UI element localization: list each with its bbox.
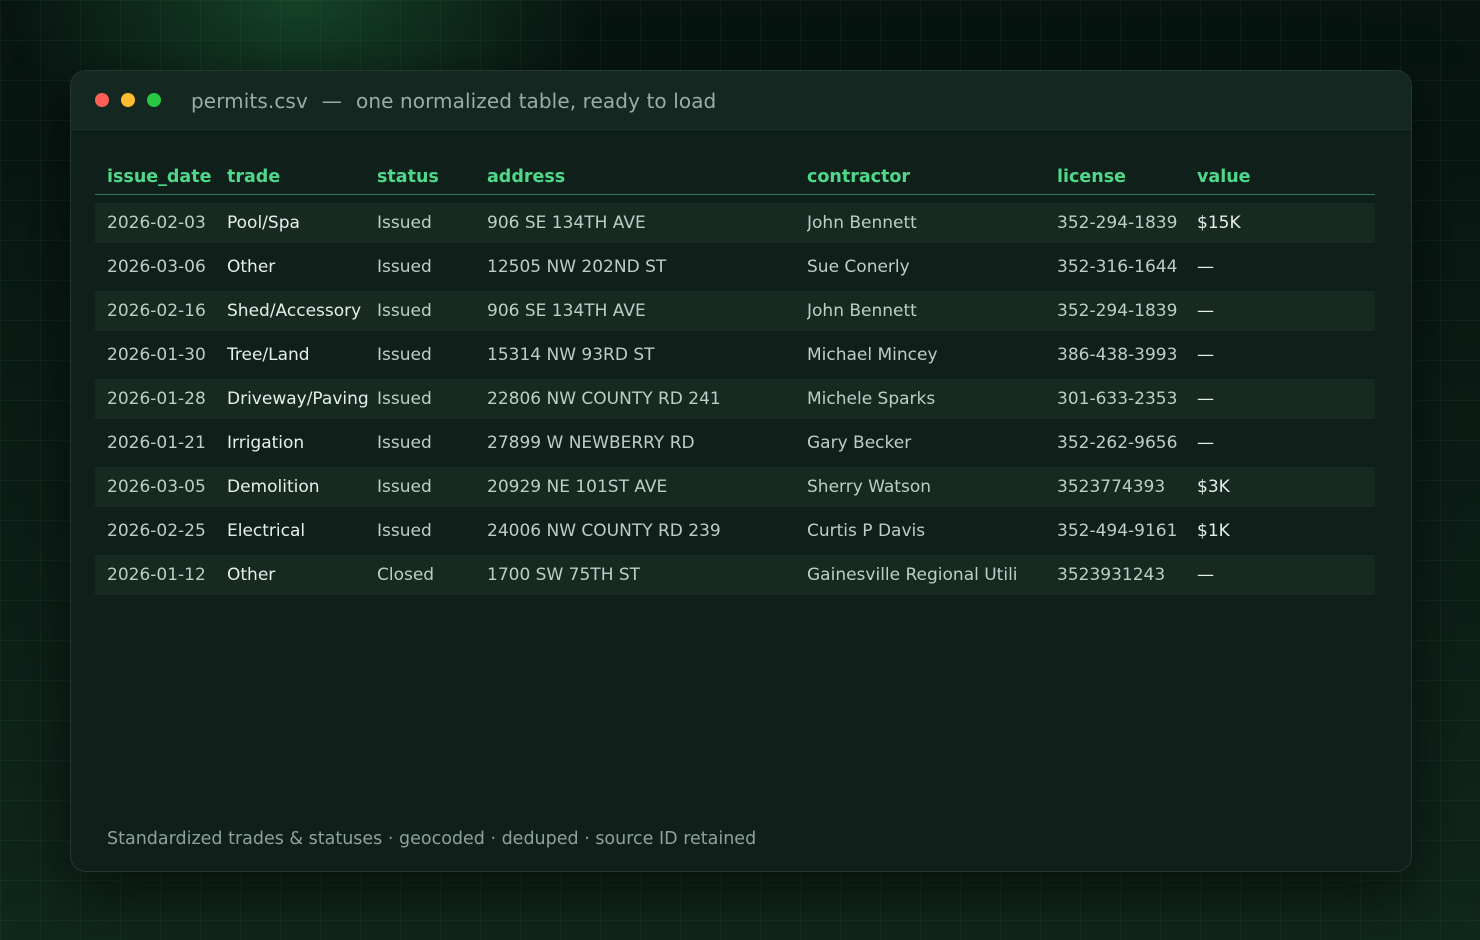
column-header-address[interactable]: address [487, 167, 565, 187]
cell-contractor: Sue Conerly [807, 257, 910, 277]
cell-address: 906 SE 134TH AVE [487, 301, 646, 321]
cell-value: — [1197, 257, 1214, 277]
cell-issue-date: 2026-03-06 [107, 257, 206, 277]
footer-caption: Standardized trades & statuses · geocode… [107, 829, 757, 849]
cell-status: Issued [377, 257, 432, 277]
cell-status: Issued [377, 433, 432, 453]
cell-issue-date: 2026-02-25 [107, 521, 206, 541]
cell-contractor: Michele Sparks [807, 389, 936, 409]
cell-trade: Demolition [227, 477, 320, 497]
title-bar: permits.csv — one normalized table, ready … [71, 71, 1411, 130]
cell-value: — [1197, 389, 1214, 409]
table-row[interactable]: 2026-02-03 Pool/Spa Issued 906 SE 134TH … [95, 203, 1375, 243]
cell-trade: Other [227, 257, 276, 277]
app-window: permits.csv — one normalized table, ready … [70, 70, 1412, 872]
column-header-status[interactable]: status [377, 167, 439, 187]
cell-trade: Pool/Spa [227, 213, 300, 233]
table-row[interactable]: 2026-01-30 Tree/Land Issued 15314 NW 93R… [95, 335, 1375, 375]
table-row[interactable]: 2026-03-06 Other Issued 12505 NW 202ND S… [95, 247, 1375, 287]
cell-issue-date: 2026-01-12 [107, 565, 206, 585]
column-header-contractor[interactable]: contractor [807, 167, 1037, 187]
cell-address: 22806 NW COUNTY RD 241 [487, 389, 721, 409]
cell-issue-date: 2026-01-21 [107, 433, 206, 453]
cell-status: Issued [377, 389, 432, 409]
cell-contractor: Gainesville Regional Utili [807, 565, 1018, 585]
table-header: issue_date trade status address contract… [95, 163, 1375, 195]
cell-status: Issued [377, 477, 432, 497]
cell-value: — [1197, 565, 1214, 585]
cell-license: 352-294-1839 [1057, 301, 1178, 321]
column-header-issue-date[interactable]: issue_date [107, 167, 211, 187]
cell-issue-date: 2026-01-28 [107, 389, 206, 409]
cell-status: Issued [377, 521, 432, 541]
cell-trade: Shed/Accessory [227, 301, 362, 321]
table-body: 2026-02-03 Pool/Spa Issued 906 SE 134TH … [95, 203, 1375, 595]
minimize-window-button[interactable] [121, 93, 135, 107]
cell-license: 352-316-1644 [1057, 257, 1178, 277]
cell-address: 27899 W NEWBERRY RD [487, 433, 695, 453]
cell-value: — [1197, 433, 1214, 453]
window-subtitle: one normalized table, ready to load [356, 89, 717, 113]
cell-license: 386-438-3993 [1057, 345, 1178, 365]
cell-address: 15314 NW 93RD ST [487, 345, 655, 365]
cell-status: Issued [377, 301, 432, 321]
cell-contractor: Curtis P Davis [807, 521, 926, 541]
table-row[interactable]: 2026-01-28 Driveway/Paving Issued 22806 … [95, 379, 1375, 419]
table-row[interactable]: 2026-02-25 Electrical Issued 24006 NW CO… [95, 511, 1375, 551]
cell-trade: Irrigation [227, 433, 305, 453]
cell-address: 12505 NW 202ND ST [487, 257, 667, 277]
cell-trade: Other [227, 565, 276, 585]
cell-contractor: John Bennett [807, 213, 917, 233]
column-header-trade[interactable]: trade [227, 167, 280, 187]
cell-license: 352-294-1839 [1057, 213, 1178, 233]
title-separator: — [321, 89, 342, 113]
table-row[interactable]: 2026-01-21 Irrigation Issued 27899 W NEW… [95, 423, 1375, 463]
cell-value: — [1197, 301, 1214, 321]
table-row[interactable]: 2026-02-16 Shed/Accessory Issued 906 SE … [95, 291, 1375, 331]
cell-trade: Tree/Land [227, 345, 310, 365]
cell-address: 906 SE 134TH AVE [487, 213, 646, 233]
cell-license: 352-494-9161 [1057, 521, 1178, 541]
cell-license: 352-262-9656 [1057, 433, 1178, 453]
cell-status: Issued [377, 213, 432, 233]
cell-issue-date: 2026-02-16 [107, 301, 206, 321]
cell-status: Issued [377, 345, 432, 365]
cell-value: $3K [1197, 477, 1230, 497]
cell-trade: Electrical [227, 521, 306, 541]
cell-contractor: Michael Mincey [807, 345, 938, 365]
cell-address: 20929 NE 101ST AVE [487, 477, 668, 497]
column-header-license[interactable]: license [1057, 167, 1126, 187]
cell-license: 3523931243 [1057, 565, 1166, 585]
permits-table: issue_date trade status address contract… [95, 163, 1375, 599]
cell-trade: Driveway/Paving [227, 389, 369, 409]
cell-issue-date: 2026-01-30 [107, 345, 206, 365]
cell-value: $1K [1197, 521, 1230, 541]
cell-license: 3523774393 [1057, 477, 1166, 497]
cell-issue-date: 2026-02-03 [107, 213, 206, 233]
cell-contractor: Gary Becker [807, 433, 912, 453]
cell-contractor: John Bennett [807, 301, 917, 321]
column-header-value[interactable]: value [1197, 167, 1251, 187]
cell-license: 301-633-2353 [1057, 389, 1178, 409]
cell-address: 1700 SW 75TH ST [487, 565, 641, 585]
cell-status: Closed [377, 565, 435, 585]
cell-value: $15K [1197, 213, 1241, 233]
cell-value: — [1197, 345, 1214, 365]
table-row[interactable]: 2026-03-05 Demolition Issued 20929 NE 10… [95, 467, 1375, 507]
table-row[interactable]: 2026-01-12 Other Closed 1700 SW 75TH ST … [95, 555, 1375, 595]
cell-address: 24006 NW COUNTY RD 239 [487, 521, 721, 541]
maximize-window-button[interactable] [147, 93, 161, 107]
cell-issue-date: 2026-03-05 [107, 477, 206, 497]
window-filename: permits.csv [191, 89, 308, 113]
cell-contractor: Sherry Watson [807, 477, 932, 497]
window-title: permits.csv — one normalized table, ready … [191, 89, 716, 113]
close-window-button[interactable] [95, 93, 109, 107]
